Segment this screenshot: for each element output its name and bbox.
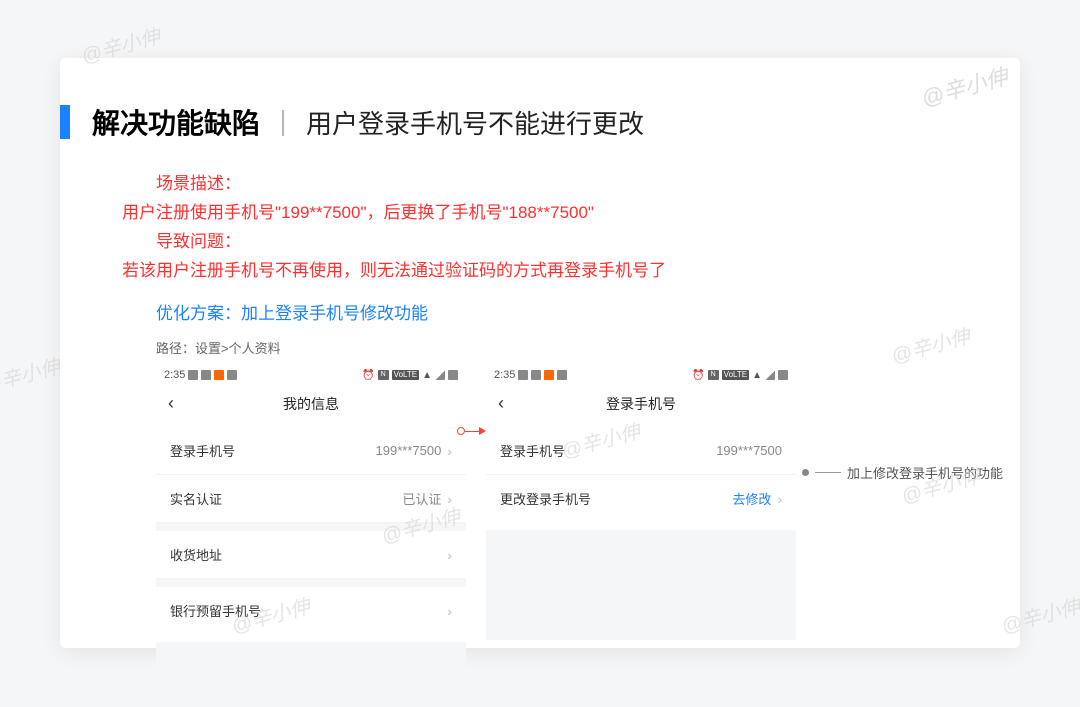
nfc-icon: N: [708, 370, 719, 380]
flow-arrow: [457, 427, 486, 435]
row-value: 199***7500: [376, 443, 442, 458]
mockup-row: 2:35 ⏰ N VoLTE ▲ ‹ 我的信息: [60, 365, 1020, 686]
row-label: 收货地址: [170, 545, 222, 564]
title-row: 解决功能缺陷 ｜ 用户登录手机号不能进行更改: [60, 102, 1020, 142]
mail-icon: [188, 370, 198, 380]
arrow-line: [465, 431, 479, 432]
chevron-right-icon: ›: [447, 443, 452, 459]
row-change-phone[interactable]: 更改登录手机号 去修改 ›: [486, 475, 796, 522]
nav-title: 我的信息: [156, 394, 466, 414]
chevron-right-icon: ›: [777, 491, 782, 507]
section-gap: [156, 579, 466, 587]
description-block: 场景描述： 用户注册使用手机号"199**7500"，后更换了手机号"188**…: [60, 170, 1020, 328]
nfc-icon: N: [378, 370, 389, 380]
status-time: 2:35: [164, 369, 185, 381]
path-breadcrumb: 路径：设置>个人资料: [60, 338, 1020, 357]
row-label: 登录手机号: [170, 441, 235, 460]
mail-icon: [518, 370, 528, 380]
chevron-right-icon: ›: [447, 547, 452, 563]
arrow-origin-icon: [457, 427, 465, 435]
problem-label: 导致问题：: [156, 228, 980, 257]
wifi-icon: ▲: [422, 370, 432, 381]
row-login-phone[interactable]: 登录手机号 199***7500: [486, 427, 796, 475]
row-realname[interactable]: 实名认证 已认证 ›: [156, 475, 466, 523]
taobao-icon: [544, 370, 554, 380]
watermark: @辛小伸: [0, 350, 63, 399]
title-accent-bar: [60, 105, 70, 139]
wifi-icon: ▲: [752, 370, 762, 381]
title-main: 解决功能缺陷: [92, 102, 260, 142]
signal-icon: [765, 370, 775, 380]
msg-icon: [531, 370, 541, 380]
title-separator: ｜: [270, 104, 296, 141]
arrow-head-icon: [479, 427, 486, 435]
scene-label: 场景描述：: [156, 170, 980, 199]
phone-mock-my-info: 2:35 ⏰ N VoLTE ▲ ‹ 我的信息: [156, 365, 466, 686]
row-label: 更改登录手机号: [500, 489, 591, 508]
row-label: 银行预留手机号: [170, 601, 261, 620]
callout-line: [815, 472, 841, 473]
title-sub: 用户登录手机号不能进行更改: [306, 104, 644, 141]
annotation-text: 加上修改登录手机号的功能: [847, 463, 1003, 482]
app-icon: [227, 370, 237, 380]
problem-body: 若该用户注册手机号不再使用，则无法通过验证码的方式再登录手机号了: [122, 257, 980, 286]
nav-title: 登录手机号: [486, 394, 796, 414]
taobao-icon: [214, 370, 224, 380]
row-bank-phone[interactable]: 银行预留手机号 ›: [156, 587, 466, 634]
chevron-right-icon: ›: [447, 603, 452, 619]
row-value: 去修改: [732, 489, 771, 508]
section-gap: [156, 523, 466, 531]
nav-bar: ‹ 登录手机号: [486, 383, 796, 427]
status-time: 2:35: [494, 369, 515, 381]
alarm-icon: ⏰: [362, 370, 374, 381]
row-value: 已认证: [402, 489, 441, 508]
slide-card: 解决功能缺陷 ｜ 用户登录手机号不能进行更改 场景描述： 用户注册使用手机号"1…: [60, 58, 1020, 648]
row-value: 199***7500: [716, 443, 782, 458]
battery-icon: [448, 370, 458, 380]
callout-dot-icon: [802, 469, 809, 476]
scene-body: 用户注册使用手机号"199**7500"，后更换了手机号"188**7500": [122, 199, 980, 228]
status-bar: 2:35 ⏰ N VoLTE ▲: [156, 365, 466, 383]
app-icon: [557, 370, 567, 380]
chevron-right-icon: ›: [447, 491, 452, 507]
status-bar: 2:35 ⏰ N VoLTE ▲: [486, 365, 796, 383]
empty-area: [486, 530, 796, 640]
volte-icon: VoLTE: [392, 370, 419, 380]
row-label: 实名认证: [170, 489, 222, 508]
annotation-callout: 加上修改登录手机号的功能: [802, 463, 1003, 482]
nav-bar: ‹ 我的信息: [156, 383, 466, 427]
signal-icon: [435, 370, 445, 380]
volte-icon: VoLTE: [722, 370, 749, 380]
row-label: 登录手机号: [500, 441, 565, 460]
row-address[interactable]: 收货地址 ›: [156, 531, 466, 579]
alarm-icon: ⏰: [692, 370, 704, 381]
empty-area: [156, 642, 466, 686]
msg-icon: [201, 370, 211, 380]
battery-icon: [778, 370, 788, 380]
phone-mock-login-phone: 2:35 ⏰ N VoLTE ▲ ‹ 登录手机号: [486, 365, 796, 640]
row-login-phone[interactable]: 登录手机号 199***7500 ›: [156, 427, 466, 475]
solution-text: 优化方案：加上登录手机号修改功能: [156, 300, 980, 329]
